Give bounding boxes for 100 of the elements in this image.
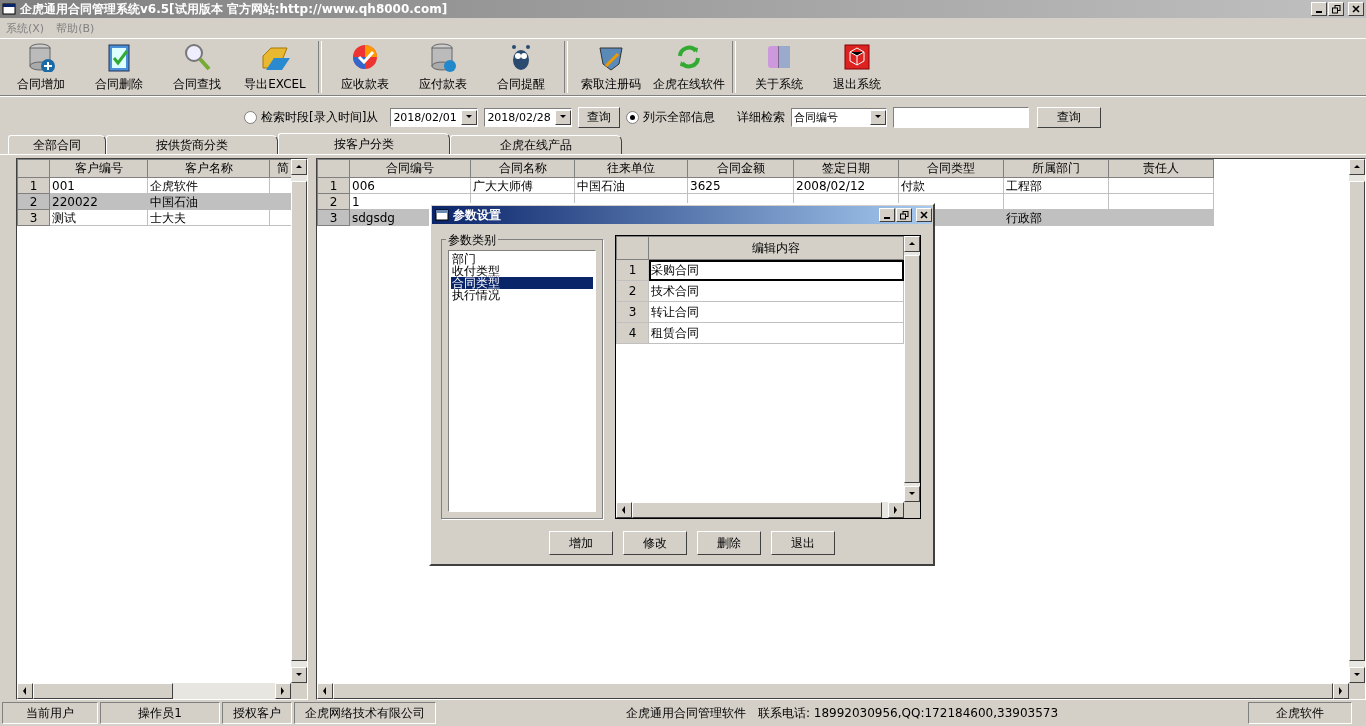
column-header[interactable]: 简	[269, 159, 291, 178]
restore-icon	[1331, 4, 1341, 14]
dialog-button[interactable]: 修改	[623, 531, 687, 555]
scroll-down-button[interactable]	[291, 667, 307, 683]
toolbar-button[interactable]: 索取注册码	[572, 39, 650, 95]
scroll-down-button[interactable]	[904, 486, 920, 502]
column-header[interactable]: 所属部门	[1003, 159, 1109, 178]
table-cell: 3625	[687, 177, 794, 194]
tab[interactable]: 全部合同	[8, 135, 106, 154]
tab[interactable]: 按客户分类	[278, 133, 450, 154]
restore-button[interactable]	[896, 208, 912, 222]
app-icon	[2, 3, 16, 15]
table-cell[interactable]: 技术合同	[648, 280, 904, 302]
list-item[interactable]: 收付类型	[451, 265, 593, 277]
list-item[interactable]: 执行情况	[451, 289, 593, 301]
column-header[interactable]: 往来单位	[574, 159, 688, 178]
scrollbar-thumb[interactable]	[333, 683, 1333, 699]
search-field[interactable]	[893, 106, 1030, 128]
query-button[interactable]: 查询	[1037, 106, 1102, 128]
app-icon	[435, 209, 449, 221]
database-icon	[428, 41, 458, 72]
status-text: 联系电话: 18992030956,QQ:172184600,33903573	[757, 704, 1059, 722]
row-number: 3	[616, 301, 649, 323]
status-panel: 企虎软件	[1248, 702, 1352, 724]
minimize-button[interactable]	[879, 208, 895, 222]
row-header-corner	[17, 159, 50, 178]
table-cell: 士大夫	[147, 209, 270, 226]
table-row[interactable]: 2 220022 中国石油	[17, 193, 291, 210]
toolbar-button[interactable]: 合同增加	[2, 39, 80, 95]
search-field-dropdown[interactable]: 合同编号	[791, 107, 888, 127]
column-header[interactable]: 合同名称	[470, 159, 575, 178]
cube-icon	[842, 41, 872, 72]
radio-button[interactable]	[244, 110, 257, 124]
close-button[interactable]	[916, 208, 932, 222]
table-row[interactable]: 1 001 企虎软件	[17, 177, 291, 194]
table-row[interactable]: 1 006 广大大师傅 中国石油 3625 2008/02/12 付款 工程部	[317, 177, 1214, 194]
date-to-field[interactable]: 2018/02/28	[484, 107, 573, 127]
column-header[interactable]: 合同编号	[349, 159, 471, 178]
scroll-up-button[interactable]	[1349, 159, 1365, 175]
scrollbar-corner	[904, 502, 920, 518]
restore-icon	[899, 210, 909, 220]
scrollbar-thumb[interactable]	[904, 255, 920, 483]
table-cell: 中国石油	[574, 177, 688, 194]
column-header[interactable]: 客户编号	[49, 159, 148, 178]
scroll-left-button[interactable]	[17, 683, 33, 699]
dialog-button[interactable]: 增加	[549, 531, 613, 555]
minimize-button[interactable]	[1311, 2, 1327, 16]
column-header[interactable]: 合同金额	[687, 159, 794, 178]
table-cell[interactable]: 租赁合同	[648, 322, 904, 344]
query-button[interactable]: 查询	[578, 106, 621, 128]
scroll-up-button[interactable]	[291, 159, 307, 175]
table-cell: 企虎软件	[147, 177, 270, 194]
scrollbar-thumb[interactable]	[33, 683, 173, 699]
column-header[interactable]: 客户名称	[147, 159, 270, 178]
dialog-button[interactable]: 退出	[771, 531, 835, 555]
radio-label: 检索时段[录入时间]从	[261, 108, 379, 126]
scroll-left-button[interactable]	[616, 502, 632, 518]
scroll-right-button[interactable]	[275, 683, 291, 699]
scroll-left-button[interactable]	[317, 683, 333, 699]
radio-button[interactable]	[626, 110, 640, 124]
status-panel: 当前用户	[2, 702, 98, 724]
column-header[interactable]: 合同类型	[898, 159, 1004, 178]
toolbar-button[interactable]: 导出EXCEL	[236, 39, 314, 95]
row-number: 4	[616, 322, 649, 344]
scrollbar-thumb[interactable]	[1349, 181, 1365, 661]
close-button[interactable]	[1348, 2, 1364, 16]
table-cell: 001	[49, 177, 148, 194]
table-cell: 工程部	[1003, 177, 1109, 194]
toolbar-button[interactable]: 应付款表	[404, 39, 482, 95]
table-cell[interactable]: 转让合同	[648, 301, 904, 323]
window-title: 企虎通用合同管理系统v6.5[试用版本 官方网站:http://www.qh8000.com]	[20, 0, 449, 18]
table-cell[interactable]: 采购合同	[648, 259, 904, 281]
scrollbar-corner	[291, 683, 307, 699]
column-header[interactable]: 签定日期	[793, 159, 899, 178]
date-from-field[interactable]: 2018/02/01	[390, 107, 479, 127]
scroll-right-button[interactable]	[888, 502, 904, 518]
toolbar-button[interactable]: 退出系统	[818, 39, 896, 95]
status-panel: 授权客户	[222, 702, 292, 724]
tab[interactable]: 按供货商分类	[106, 135, 278, 154]
toolbar-button[interactable]: 合同提醒	[482, 39, 560, 95]
scrollbar-thumb[interactable]	[291, 181, 307, 661]
column-header[interactable]: 责任人	[1108, 159, 1214, 178]
scrollbar-thumb[interactable]	[632, 502, 882, 518]
status-text: 企虎通用合同管理软件	[625, 704, 746, 722]
scroll-down-button[interactable]	[1349, 667, 1365, 683]
tab[interactable]: 企虎在线产品	[450, 135, 622, 154]
dialog-button[interactable]: 删除	[697, 531, 761, 555]
restore-button[interactable]	[1328, 2, 1344, 16]
toolbar-button[interactable]: 应收款表	[326, 39, 404, 95]
scroll-right-button[interactable]	[1333, 683, 1349, 699]
toolbar-button[interactable]: 合同删除	[80, 39, 158, 95]
scroll-up-button[interactable]	[904, 236, 920, 252]
group-label: 参数类别	[446, 232, 498, 249]
list-item[interactable]: 部门	[451, 253, 593, 265]
list-item[interactable]: 合同类型	[451, 277, 593, 289]
column-header[interactable]: 编辑内容	[648, 236, 904, 260]
table-cell: 广大大师傅	[470, 177, 575, 194]
toolbar-button[interactable]: 企虎在线软件	[650, 39, 728, 95]
toolbar-button[interactable]: 合同查找	[158, 39, 236, 95]
toolbar-button[interactable]: 关于系统	[740, 39, 818, 95]
